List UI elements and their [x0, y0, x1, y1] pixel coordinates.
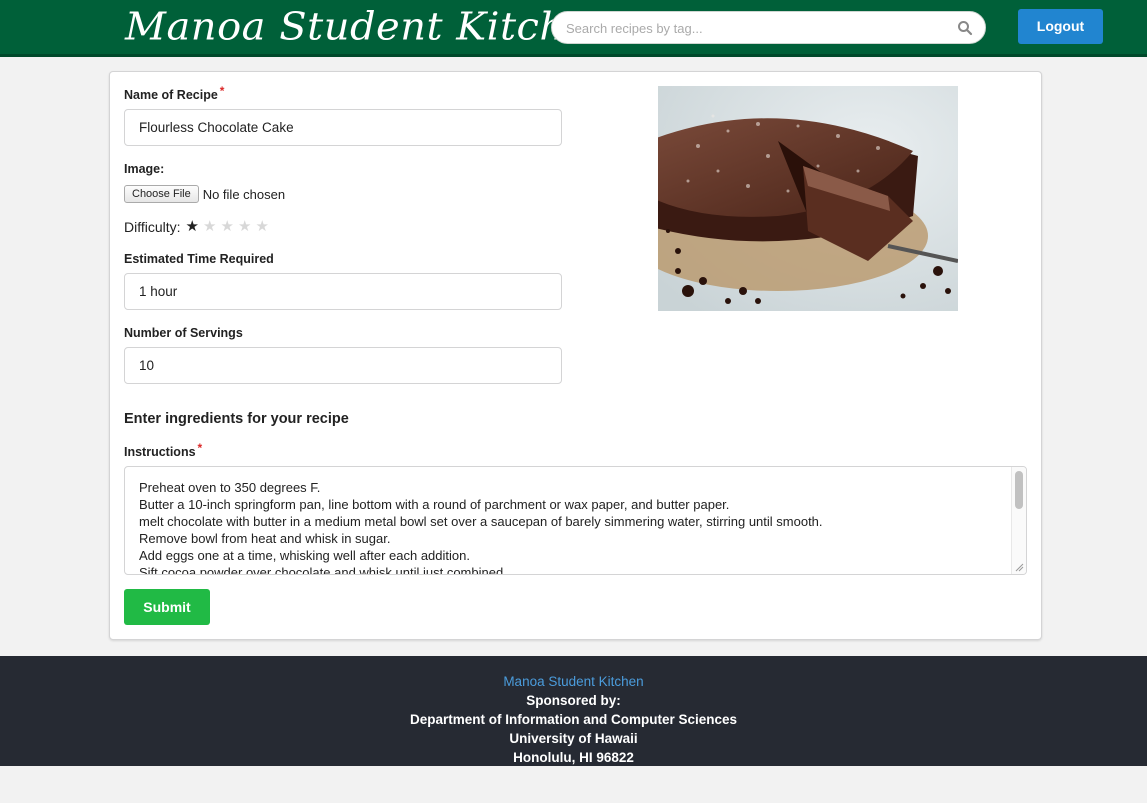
top-navbar: Manoa Student Kitchen Logout [0, 0, 1147, 57]
brand-title[interactable]: Manoa Student Kitchen [125, 3, 616, 51]
instruction-line: melt chocolate with butter in a medium m… [139, 514, 823, 529]
instruction-line: Remove bowl from heat and whisk in sugar… [139, 531, 391, 546]
image-file-picker: Choose File No file chosen [124, 185, 285, 203]
difficulty-label: Difficulty: [124, 219, 181, 235]
footer-address: Honolulu, HI 96822 [513, 750, 634, 765]
resize-handle-icon[interactable] [1015, 563, 1024, 572]
instructions-text[interactable]: Preheat oven to 350 degrees F. Butter a 1… [139, 479, 1006, 575]
recipe-name-input[interactable] [124, 109, 562, 146]
ingredients-section-title: Enter ingredients for your recipe [124, 411, 349, 427]
difficulty-rating: Difficulty: ★ ★ ★ ★ ★ [124, 219, 274, 236]
servings-input[interactable] [124, 347, 562, 384]
star-icon[interactable]: ★ [203, 219, 221, 235]
star-icon[interactable]: ★ [238, 219, 256, 235]
footer-home-link[interactable]: Manoa Student Kitchen [0, 672, 1147, 691]
recipe-name-label: Name of Recipe * [124, 84, 225, 102]
file-status-text: No file chosen [202, 186, 286, 202]
search-input[interactable] [566, 18, 946, 38]
star-icon[interactable]: ★ [256, 219, 274, 235]
time-input[interactable] [124, 273, 562, 310]
scrollbar-thumb[interactable] [1015, 471, 1023, 509]
footer: Manoa Student Kitchen Sponsored by: Depa… [0, 656, 1147, 766]
search-icon[interactable] [957, 20, 973, 36]
instruction-line: Sift cocoa powder over chocolate and whi… [139, 565, 507, 575]
instruction-line: Preheat oven to 350 degrees F. [139, 480, 321, 495]
difficulty-stars: ★ ★ ★ ★ ★ [186, 219, 274, 235]
servings-label: Number of Servings [124, 326, 243, 340]
submit-button[interactable]: Submit [124, 589, 210, 625]
instruction-line: Butter a 10-inch springform pan, line bo… [139, 497, 730, 512]
image-label: Image: [124, 162, 165, 176]
instruction-line: Add eggs one at a time, whisking well af… [139, 548, 470, 563]
star-icon[interactable]: ★ [186, 219, 204, 235]
add-recipe-form: Name of Recipe* Image: Choose File No fi… [109, 71, 1042, 640]
time-label: Estimated Time Required [124, 252, 274, 266]
required-asterisk: * [197, 441, 203, 455]
search-bar[interactable] [551, 11, 986, 44]
required-asterisk: * [219, 84, 225, 98]
instructions-label: Instructions * [124, 441, 203, 459]
choose-file-button[interactable]: Choose File [124, 185, 199, 203]
textarea-scrollbar[interactable] [1011, 467, 1026, 574]
star-icon[interactable]: ★ [221, 219, 239, 235]
logout-button[interactable]: Logout [1018, 9, 1103, 44]
footer-university: University of Hawaii [509, 731, 638, 746]
footer-department: Department of Information and Computer S… [409, 712, 738, 727]
recipe-image-preview [658, 86, 958, 311]
instructions-textarea[interactable]: Preheat oven to 350 degrees F. Butter a 1… [124, 466, 1027, 575]
footer-sponsored: Sponsored by: [526, 693, 621, 708]
